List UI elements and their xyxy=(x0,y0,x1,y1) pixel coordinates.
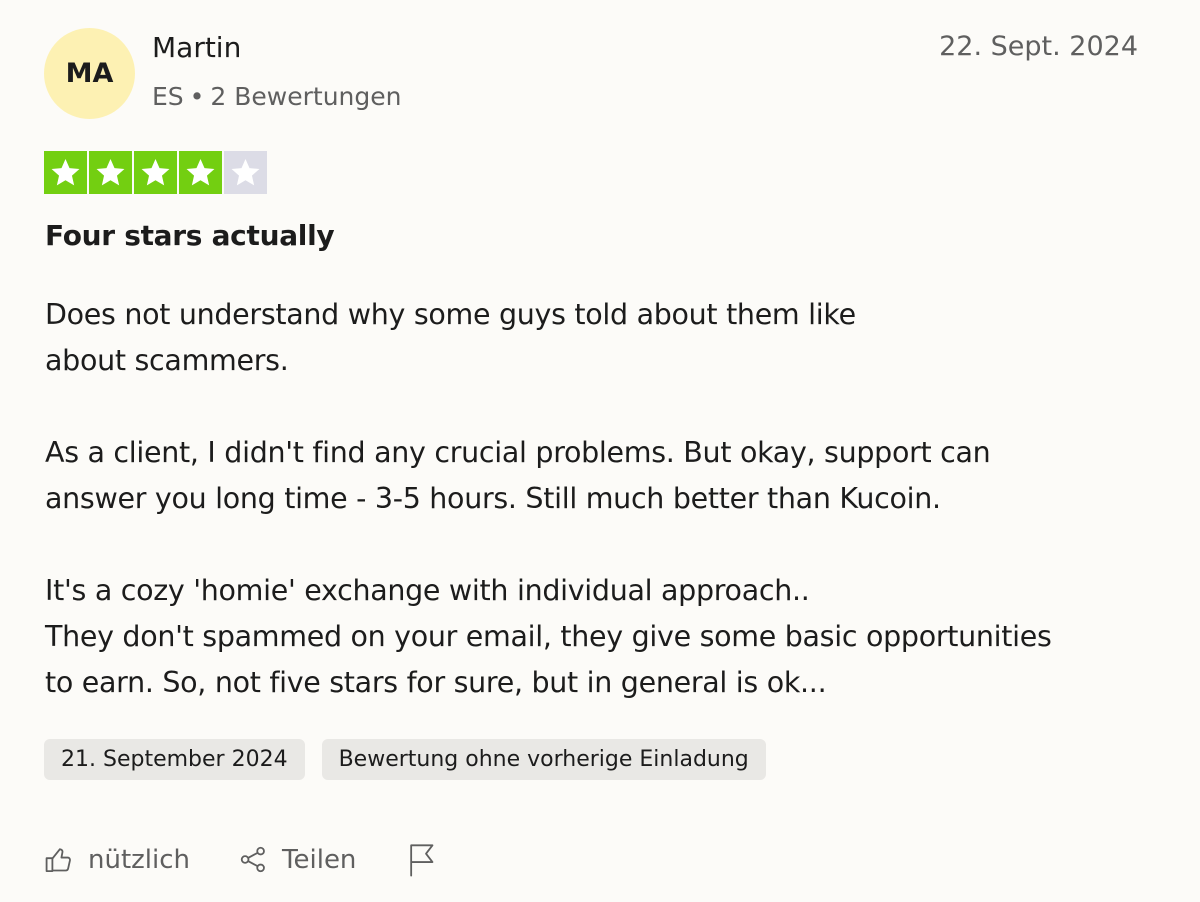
reviewer-name[interactable]: Martin xyxy=(152,31,241,64)
review-tags: 21. September 2024 Bewertung ohne vorher… xyxy=(44,739,766,780)
review-line: answer you long time - 3-5 hours. Still … xyxy=(45,482,941,515)
review-line: Does not understand why some guys told a… xyxy=(45,298,856,331)
invitation-status-badge[interactable]: Bewertung ohne vorherige Einladung xyxy=(321,739,766,780)
review-line: They don't spammed on your email, they g… xyxy=(45,620,1052,653)
share-icon xyxy=(238,844,269,875)
review-line: It's a cozy 'homie' exchange with indivi… xyxy=(45,574,810,607)
reviewer-review-count: 2 Bewertungen xyxy=(210,82,402,111)
reviewer-country: ES xyxy=(152,82,184,111)
review-body: Does not understand why some guys told a… xyxy=(45,292,1165,706)
avatar[interactable]: MA xyxy=(44,28,135,119)
useful-button[interactable]: nützlich xyxy=(44,844,190,875)
review-paragraph: It's a cozy 'homie' exchange with indivi… xyxy=(45,568,1165,706)
avatar-initials: MA xyxy=(65,58,114,89)
review-line: about scammers. xyxy=(45,344,289,377)
star-filled-icon xyxy=(89,151,132,194)
thumbs-up-icon xyxy=(44,844,75,875)
review-line: As a client, I didn't find any crucial p… xyxy=(45,436,991,469)
star-empty-icon xyxy=(224,151,267,194)
review-actions: nützlich Teilen xyxy=(44,842,437,877)
star-filled-icon xyxy=(44,151,87,194)
useful-label: nützlich xyxy=(88,844,191,875)
review-paragraph: As a client, I didn't find any crucial p… xyxy=(45,430,1165,522)
experience-date-badge: 21. September 2024 xyxy=(44,739,305,780)
star-rating xyxy=(44,151,267,194)
review-line: to earn. So, not five stars for sure, bu… xyxy=(45,666,827,699)
star-filled-icon xyxy=(134,151,177,194)
star-filled-icon xyxy=(179,151,222,194)
share-label: Teilen xyxy=(282,844,357,875)
review-paragraph: Does not understand why some guys told a… xyxy=(45,292,1165,384)
review-title[interactable]: Four stars actually xyxy=(45,219,335,252)
review-date: 22. Sept. 2024 xyxy=(939,31,1138,62)
reviewer-meta: ES • 2 Bewertungen xyxy=(152,82,402,111)
meta-separator: • xyxy=(189,82,205,111)
review-card: MA Martin ES • 2 Bewertungen 22. Sept. 202… xyxy=(0,0,1200,902)
flag-icon xyxy=(406,842,437,877)
report-button[interactable] xyxy=(406,842,437,877)
share-button[interactable]: Teilen xyxy=(238,844,356,875)
